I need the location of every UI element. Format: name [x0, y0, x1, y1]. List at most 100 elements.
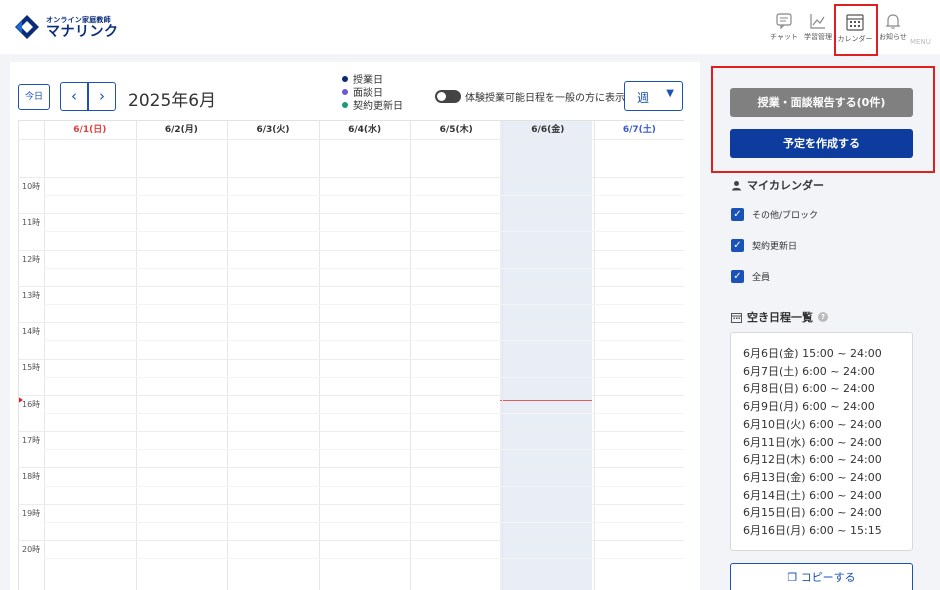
calendar-panel: 今日 ‹ › 2025年6月 授業日 面談日 契約更新日 体験授業可能日程を一般… [10, 62, 700, 590]
free-slot-item: 6月16日(月) 6:00 ~ 15:15 [743, 524, 882, 538]
day-column-divider [318, 121, 320, 590]
legend-dot-icon [342, 88, 348, 95]
today-button[interactable]: 今日 [18, 84, 50, 110]
hour-label: 10時 [22, 181, 41, 191]
day-header[interactable]: 6/7(土) [594, 121, 684, 139]
day-column-divider [227, 121, 229, 590]
prev-week-button[interactable]: ‹ [60, 82, 88, 111]
free-slot-item: 6月6日(金) 15:00 ~ 24:00 [743, 347, 882, 360]
public-trial-toggle-label: 体験授業可能日程を一般の方に表示 [465, 93, 625, 104]
view-select[interactable]: 週 ▼ [624, 81, 683, 111]
highlight-calendar-nav [834, 4, 878, 56]
day-header[interactable]: 6/4(水) [319, 121, 411, 139]
help-icon[interactable]: ? [818, 312, 828, 322]
half-hour-row-line [44, 376, 684, 378]
check-label: 契約更新日 [752, 242, 798, 252]
menu-button[interactable]: MENU [910, 38, 931, 46]
free-slot-item: 6月8日(日) 6:00 ~ 24:00 [743, 382, 875, 396]
hour-label: 14時 [22, 327, 41, 337]
check-other-block[interactable]: ✓ その他/ブロック [731, 208, 818, 221]
my-calendar-title-text: マイカレンダー [747, 179, 824, 192]
free-slot-item: 6月15日(日) 6:00 ~ 24:00 [743, 506, 882, 520]
day-header[interactable]: 6/2(月) [136, 121, 228, 139]
hour-row-line [19, 431, 684, 433]
nav-chat[interactable]: チャット [766, 12, 802, 42]
bell-icon [885, 14, 901, 29]
view-select-value: 週 [637, 91, 650, 105]
current-time-line [500, 400, 592, 401]
toggle-knob [437, 92, 446, 101]
free-slots-list: 6月6日(金) 15:00 ~ 24:00 6月7日(土) 6:00 ~ 24:… [730, 332, 913, 551]
hour-row-line [19, 358, 684, 360]
logo-title: マナリンク [46, 23, 119, 40]
legend-dot-icon [342, 75, 348, 82]
today-column-highlight [500, 121, 592, 590]
public-trial-toggle[interactable] [435, 90, 461, 103]
free-slot-item: 6月9日(月) 6:00 ~ 24:00 [743, 400, 875, 414]
check-all[interactable]: ✓ 全員 [731, 270, 770, 283]
checkbox-checked-icon[interactable]: ✓ [731, 270, 744, 283]
chart-icon [810, 14, 825, 29]
copy-button[interactable]: ❐ コピーする [730, 563, 913, 590]
check-renewal[interactable]: ✓ 契約更新日 [731, 239, 797, 252]
free-slot-item: 6月7日(土) 6:00 ~ 24:00 [743, 364, 875, 378]
half-hour-row-line [44, 521, 684, 523]
logo[interactable]: オンライン家庭教師 マナリンク [12, 12, 119, 42]
copy-icon: ❐ [787, 571, 798, 584]
calendar-title: 2025年6月 [128, 91, 217, 111]
hour-row-line [19, 503, 684, 505]
hour-label: 12時 [22, 254, 41, 264]
hour-row-line [19, 467, 684, 469]
day-column-divider [135, 121, 137, 590]
chat-icon [776, 13, 792, 30]
nav-notifications-label: お知らせ [879, 33, 907, 41]
header-divider [19, 139, 684, 140]
free-slot-item: 6月11日(水) 6:00 ~ 24:00 [743, 435, 882, 449]
checkbox-checked-icon[interactable]: ✓ [731, 208, 744, 221]
hour-row-line [19, 177, 684, 178]
half-hour-row-line [44, 485, 684, 487]
nav-learning-label: 学習管理 [804, 33, 832, 41]
hour-label: 11時 [22, 218, 41, 228]
day-header[interactable]: 6/5(木) [410, 121, 502, 139]
hour-label: 17時 [22, 436, 41, 446]
hour-label: 20時 [22, 544, 41, 554]
half-hour-row-line [44, 267, 684, 269]
half-hour-row-line [44, 412, 684, 414]
my-calendar-title: マイカレンダー [731, 177, 824, 193]
week-grid[interactable]: 6/1(日) 6/2(月) 6/3(火) 6/4(水) 6/5(木) 6/6(金) 6/7(… [18, 120, 684, 590]
free-slot-item: 6月12日(木) 6:00 ~ 24:00 [743, 453, 882, 467]
chevron-down-icon: ▼ [666, 88, 674, 99]
hour-label: 18時 [22, 472, 41, 482]
hour-row-line [19, 540, 684, 541]
hour-row-line [19, 322, 684, 324]
day-column-divider [410, 121, 412, 590]
free-slots-title-text: 空き日程一覧 [747, 311, 813, 324]
checkbox-checked-icon[interactable]: ✓ [731, 239, 744, 252]
day-column-divider [44, 121, 45, 590]
day-column-divider [593, 121, 595, 590]
hour-row-line [19, 394, 684, 396]
next-week-button[interactable]: › [88, 82, 116, 111]
half-hour-row-line [44, 195, 684, 197]
hour-row-line [19, 285, 684, 287]
half-hour-row-line [44, 449, 684, 451]
day-column-divider [502, 121, 503, 590]
half-hour-row-line [44, 558, 684, 560]
free-slot-item: 6月13日(金) 6:00 ~ 24:00 [743, 470, 882, 484]
nav-notifications[interactable]: お知らせ [875, 12, 911, 42]
hour-label: 16時 [22, 399, 41, 409]
hour-row-line [19, 213, 684, 215]
legend-dot-icon [342, 101, 348, 108]
half-hour-row-line [44, 304, 684, 306]
day-header[interactable]: 6/6(金) [502, 121, 594, 139]
free-slot-item: 6月10日(火) 6:00 ~ 24:00 [743, 417, 882, 431]
highlight-action-buttons [711, 66, 935, 173]
day-header[interactable]: 6/1(日) [44, 121, 136, 139]
day-header[interactable]: 6/3(火) [227, 121, 319, 139]
half-hour-row-line [44, 340, 684, 342]
app-root: オンライン家庭教師 マナリンク チャット 学習管理 カレンダー お知らせ MEN… [0, 0, 940, 590]
logo-icon [12, 12, 42, 42]
hour-label: 15時 [22, 363, 41, 373]
nav-learning[interactable]: 学習管理 [800, 12, 836, 42]
